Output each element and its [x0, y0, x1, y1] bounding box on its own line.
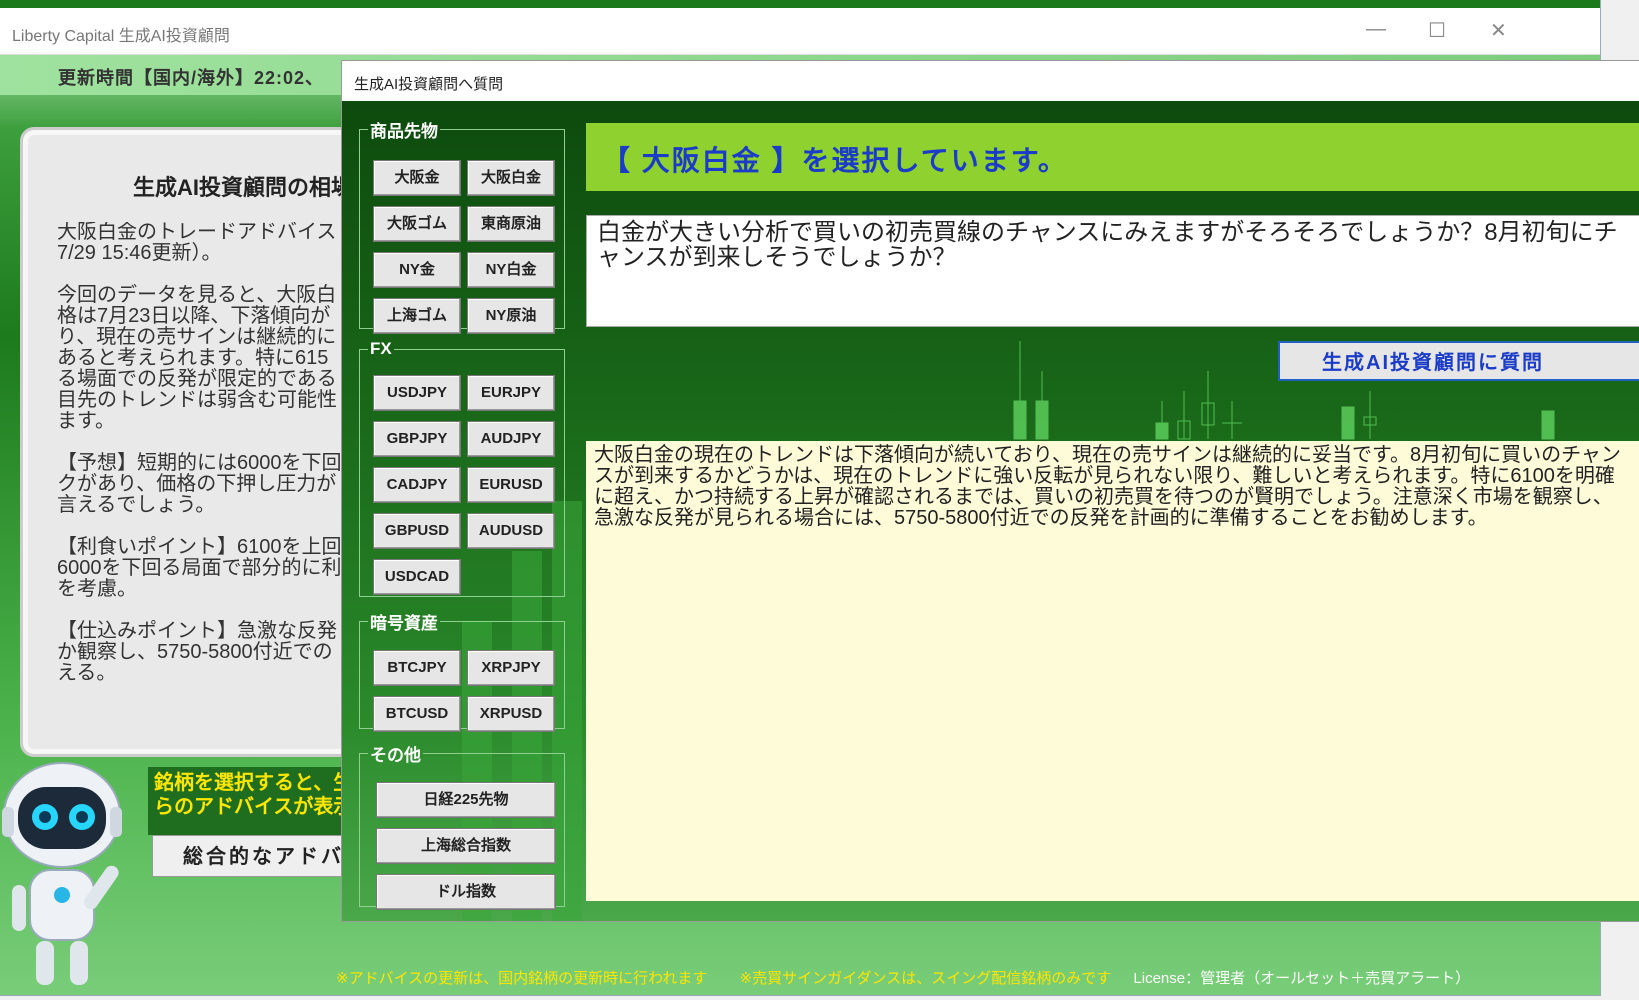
summary-advice-button[interactable]: 総合的なアドバ [152, 835, 362, 877]
btn-xrpusd[interactable]: XRPUSD [467, 696, 555, 732]
btn-audusd[interactable]: AUDUSD [467, 513, 555, 549]
dialog-title: 生成AI投資顧問へ質問 [354, 76, 504, 93]
btn-eurusd[interactable]: EURUSD [467, 467, 555, 503]
btn-cadjpy[interactable]: CADJPY [373, 467, 461, 503]
btn-gbpjpy[interactable]: GBPJPY [373, 421, 461, 457]
btn-shanghai-rubber[interactable]: 上海ゴム [373, 298, 461, 334]
maximize-icon[interactable]: ☐ [1428, 18, 1446, 43]
group-other-label: その他 [370, 746, 421, 765]
footer-note-signal: ※売買サインガイダンスは、スイング配信銘柄のみです [739, 970, 1112, 987]
btn-osaka-gold[interactable]: 大阪金 [373, 160, 461, 196]
minimize-icon[interactable]: — [1366, 18, 1386, 41]
group-crypto: 暗号資産 BTCJPY XRPJPY BTCUSD XRPUSD [359, 609, 565, 732]
btn-gbpusd[interactable]: GBPUSD [373, 513, 461, 549]
btn-osaka-platinum[interactable]: 大阪白金 [467, 160, 555, 196]
main-window-title: Liberty Capital 生成AI投資顧問 [12, 28, 230, 45]
btn-btcusd[interactable]: BTCUSD [373, 696, 461, 732]
advice-card: 生成AI投資顧問の相場 大阪白金のトレードアドバイス 7/29 15:46更新）… [20, 127, 371, 757]
footer-note-update: ※アドバイスの更新は、国内銘柄の更新時に行われます [336, 970, 708, 987]
btn-xrpjpy[interactable]: XRPJPY [467, 650, 555, 686]
btn-audjpy[interactable]: AUDJPY [467, 421, 555, 457]
group-fx-label: FX [370, 339, 392, 358]
footer: ※アドバイスの更新は、国内銘柄の更新時に行われます ※売買サインガイダンスは、ス… [336, 967, 1470, 993]
btn-eurjpy[interactable]: EURJPY [467, 375, 555, 411]
group-commodity-label: 商品先物 [370, 122, 438, 141]
license-text: License：管理者（オールセット＋売買アラート） [1133, 970, 1471, 987]
dialog-body: 商品先物 大阪金 大阪白金 大阪ゴム 東商原油 NY金 NY白金 上海ゴム NY… [342, 101, 1639, 921]
btn-nikkei225-futures[interactable]: 日経225先物 [376, 782, 556, 818]
group-fx: FX USDJPY EURJPY GBPJPY AUDJPY CADJPY EU… [359, 339, 565, 597]
btn-shanghai-composite[interactable]: 上海総合指数 [376, 828, 556, 864]
advice-title: 生成AI投資顧問の相場 [133, 175, 354, 200]
btn-usdjpy[interactable]: USDJPY [373, 375, 461, 411]
btn-ny-crude[interactable]: NY原油 [467, 298, 555, 334]
ask-ai-button[interactable]: 生成AI投資顧問に質問 [1278, 341, 1639, 381]
btn-dollar-index[interactable]: ドル指数 [376, 874, 556, 910]
close-icon[interactable]: ✕ [1490, 18, 1507, 43]
btn-usdcad[interactable]: USDCAD [373, 559, 461, 595]
group-other: その他 日経225先物 上海総合指数 ドル指数 [359, 741, 565, 910]
btn-btcjpy[interactable]: BTCJPY [373, 650, 461, 686]
question-input[interactable]: 白金が大きい分析で買いの初売買線のチャンスにみえますがそろそろでしょうか？8月初… [586, 215, 1639, 327]
advice-text: 大阪白金のトレードアドバイス 7/29 15:46更新）。 今回のデータを見ると… [57, 222, 342, 684]
selected-instrument-text: 【 大阪白金 】を選択しています。 [602, 145, 1068, 176]
main-titlebar: Liberty Capital 生成AI投資顧問 — ☐ ✕ [0, 8, 1600, 55]
group-crypto-label: 暗号資産 [370, 614, 438, 633]
question-dialog: 生成AI投資顧問へ質問 商品先物 大阪金 大阪白金 大阪ゴム 東商原油 NY金 … [341, 60, 1639, 922]
btn-osaka-rubber[interactable]: 大阪ゴム [373, 206, 461, 242]
btn-ny-platinum[interactable]: NY白金 [467, 252, 555, 288]
robot-mascot-icon [2, 762, 122, 985]
update-time: 更新時間【国内/海外】22:02、 [58, 68, 325, 88]
btn-tokyo-crude[interactable]: 東商原油 [467, 206, 555, 242]
group-commodity: 商品先物 大阪金 大阪白金 大阪ゴム 東商原油 NY金 NY白金 上海ゴム NY… [359, 117, 565, 334]
answer-output: 大阪白金の現在のトレンドは下落傾向が続いており、現在の売サインは継続的に妥当です… [586, 441, 1639, 901]
hint-text: 銘柄を選択すると、生 らのアドバイスが表示 [148, 767, 370, 835]
selected-banner: 【 大阪白金 】を選択しています。 [586, 123, 1639, 191]
btn-ny-gold[interactable]: NY金 [373, 252, 461, 288]
